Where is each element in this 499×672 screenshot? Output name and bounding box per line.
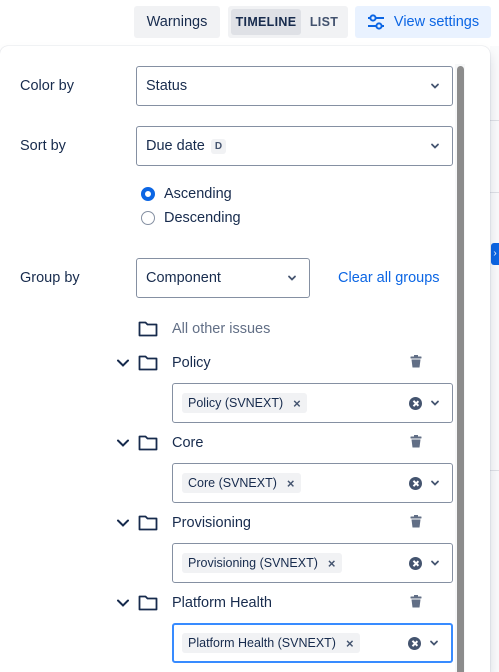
descending-label: Descending <box>164 210 241 226</box>
component-select[interactable]: Core (SVNEXT) × <box>172 463 453 503</box>
color-by-label: Color by <box>20 78 74 94</box>
scrollbar-thumb[interactable] <box>457 66 464 672</box>
chevron-down-icon[interactable] <box>116 596 130 610</box>
trash-icon[interactable] <box>410 595 422 608</box>
chevron-down-icon[interactable] <box>116 356 130 370</box>
component-select[interactable]: Provisioning (SVNEXT) × <box>172 543 453 583</box>
component-tag: Provisioning (SVNEXT) × <box>182 553 342 573</box>
folder-icon <box>138 595 158 611</box>
component-tag-label: Platform Health (SVNEXT) <box>188 636 336 650</box>
group-by-select[interactable]: Component <box>136 258 310 298</box>
view-mode-toggle: TIMELINE LIST <box>228 6 348 38</box>
component-tag-label: Core (SVNEXT) <box>188 476 277 490</box>
component-select[interactable]: Platform Health (SVNEXT) × <box>172 623 453 663</box>
clear-icon[interactable] <box>409 477 422 490</box>
other-issues-label: All other issues <box>172 321 271 337</box>
warnings-button[interactable]: Warnings <box>134 6 220 38</box>
list-tab[interactable]: LIST <box>304 9 344 35</box>
background-arrow-icon: › <box>491 243 499 265</box>
background-divider <box>490 120 499 121</box>
component-tag: Platform Health (SVNEXT) × <box>182 633 360 653</box>
component-tag-label: Policy (SVNEXT) <box>188 396 284 410</box>
trash-icon[interactable] <box>410 355 422 368</box>
background-divider <box>490 470 499 471</box>
trash-icon[interactable] <box>410 515 422 528</box>
sort-key-badge: D <box>210 138 227 154</box>
background-content <box>490 46 499 672</box>
folder-icon <box>138 321 158 337</box>
chevron-down-icon <box>431 400 439 406</box>
remove-tag-icon[interactable]: × <box>328 556 336 571</box>
group-name: Core <box>172 435 204 451</box>
remove-tag-icon[interactable]: × <box>287 476 295 491</box>
clear-icon[interactable] <box>409 557 422 570</box>
group-name: Policy <box>172 355 211 371</box>
clear-icon[interactable] <box>408 637 421 650</box>
component-tag: Policy (SVNEXT) × <box>182 393 307 413</box>
chevron-down-icon <box>430 640 438 646</box>
color-by-select[interactable]: Status <box>136 66 453 106</box>
sort-by-select[interactable]: Due date D <box>136 126 453 166</box>
chevron-down-icon[interactable] <box>116 516 130 530</box>
sliders-icon <box>367 14 384 30</box>
chevron-down-icon[interactable] <box>116 436 130 450</box>
component-tag: Core (SVNEXT) × <box>182 473 301 493</box>
sort-by-value: Due date <box>146 138 205 154</box>
group-name: Provisioning <box>172 515 251 531</box>
descending-radio[interactable]: Descending <box>141 210 241 226</box>
trash-icon[interactable] <box>410 435 422 448</box>
group-name: Platform Health <box>172 595 272 611</box>
timeline-tab[interactable]: TIMELINE <box>231 9 301 35</box>
chevron-down-icon <box>431 560 439 566</box>
component-select[interactable]: Policy (SVNEXT) × <box>172 383 453 423</box>
ascending-label: Ascending <box>164 186 232 202</box>
view-settings-button[interactable]: View settings <box>355 6 491 38</box>
chevron-down-icon <box>288 275 296 281</box>
clear-all-groups-link[interactable]: Clear all groups <box>338 270 440 286</box>
folder-icon <box>138 515 158 531</box>
clear-icon[interactable] <box>409 397 422 410</box>
remove-tag-icon[interactable]: × <box>293 396 301 411</box>
group-by-label: Group by <box>20 270 80 286</box>
chevron-down-icon <box>431 83 439 89</box>
color-by-value: Status <box>146 78 188 94</box>
group-by-value: Component <box>146 270 221 286</box>
component-tag-label: Provisioning (SVNEXT) <box>188 556 318 570</box>
radio-selected-icon <box>141 187 155 201</box>
folder-icon <box>138 355 158 371</box>
view-settings-label: View settings <box>393 14 480 30</box>
top-toolbar: Warnings TIMELINE LIST View settings <box>0 0 499 46</box>
sort-by-label: Sort by <box>20 138 66 154</box>
background-divider <box>490 192 499 193</box>
radio-unselected-icon <box>141 211 155 225</box>
remove-tag-icon[interactable]: × <box>346 636 354 651</box>
folder-icon <box>138 435 158 451</box>
chevron-down-icon <box>431 143 439 149</box>
view-settings-panel: Color by Status Sort by Due date D Ascen… <box>0 46 490 672</box>
ascending-radio[interactable]: Ascending <box>141 186 232 202</box>
chevron-down-icon <box>431 480 439 486</box>
